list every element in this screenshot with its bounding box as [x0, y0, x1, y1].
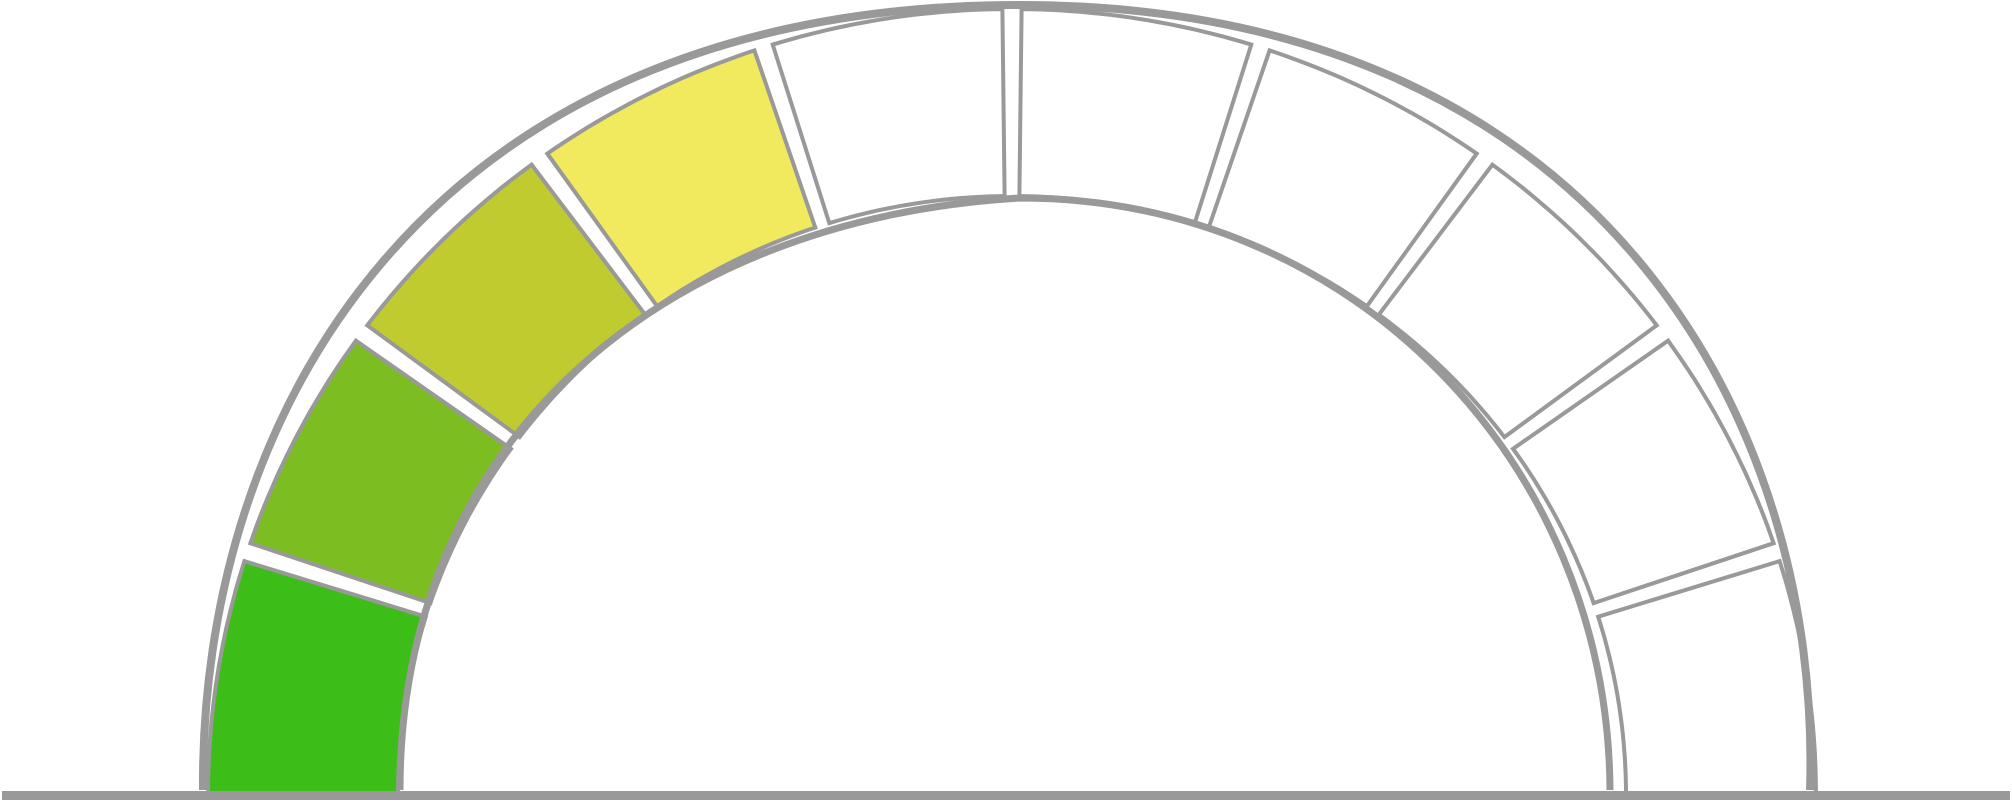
gauge-segments: [205, 7, 1819, 797]
gauge-baseline: [2, 791, 2010, 800]
gauge-outer-arc: [198, 0, 1815, 791]
gauge-segment-10: [1595, 558, 1819, 797]
gauge-widget: [0, 0, 2012, 802]
gauge-segment-5: [770, 7, 1007, 226]
gauge-segment-6: [1017, 7, 1254, 226]
gauge-graphic: [2, 0, 2010, 800]
gauge-segment-1: [205, 558, 429, 797]
